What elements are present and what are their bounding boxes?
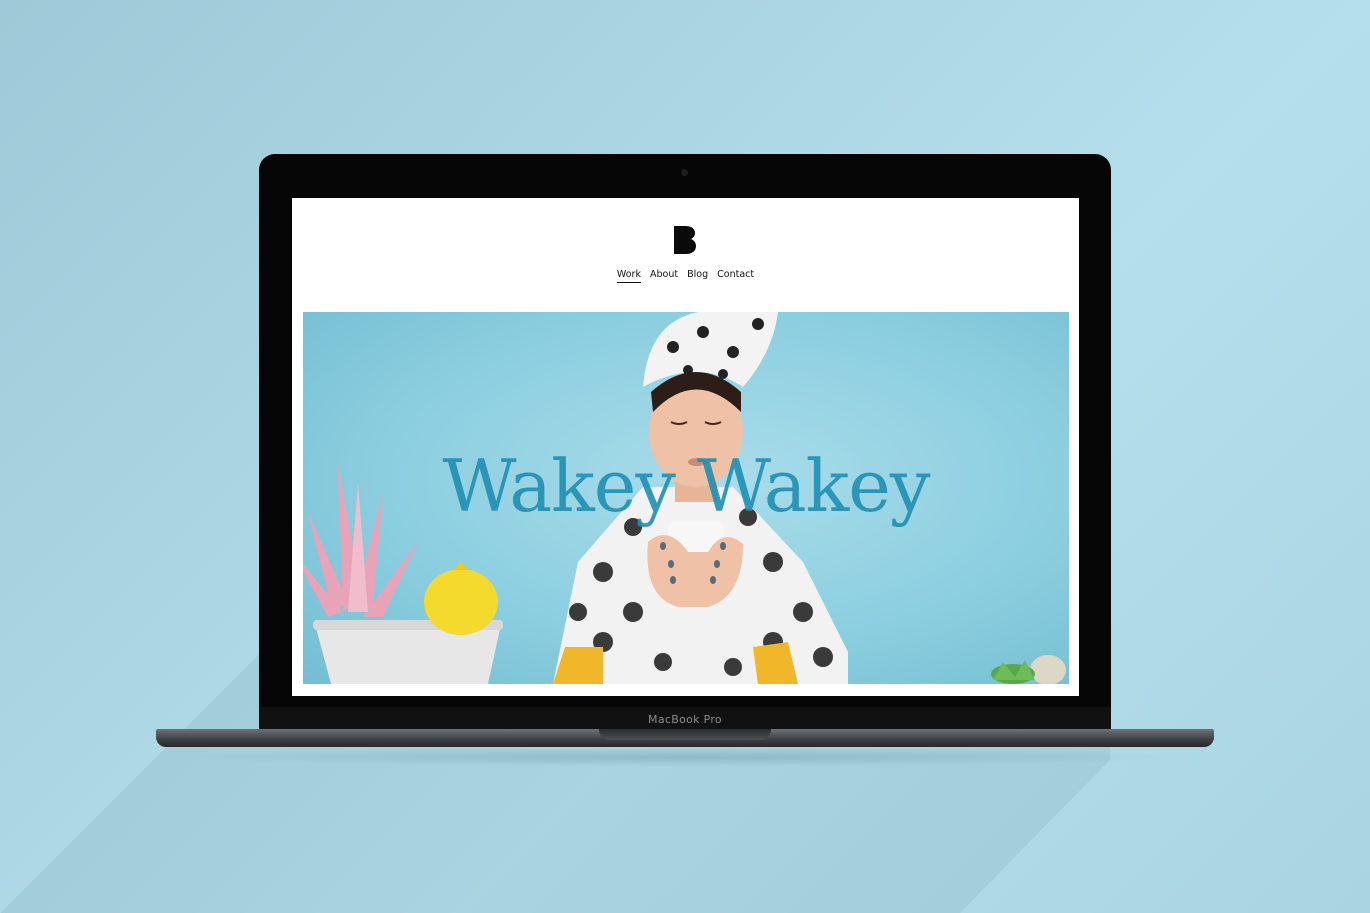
cactus [991,655,1066,684]
laptop-lid: Work About Blog Contact Wakey Wakey MacB… [259,154,1111,729]
laptop-screen: Work About Blog Contact Wakey Wakey [292,198,1079,696]
camera-icon [681,169,688,176]
main-nav: Work About Blog Contact [292,269,1079,283]
lemon [424,569,498,635]
nav-item-about[interactable]: About [650,269,678,282]
laptop-chin: MacBook Pro [259,707,1111,729]
laptop-notch [599,729,771,740]
hero-banner[interactable]: Wakey Wakey [303,312,1069,684]
site-logo-icon[interactable] [674,226,696,254]
laptop-base [156,729,1214,747]
nav-item-work[interactable]: Work [616,269,641,283]
hero-title: Wakey Wakey [442,444,930,528]
laptop-shadow [180,747,1190,767]
device-label: MacBook Pro [648,713,722,726]
nav-item-contact[interactable]: Contact [717,269,754,282]
nav-item-blog[interactable]: Blog [687,269,708,282]
